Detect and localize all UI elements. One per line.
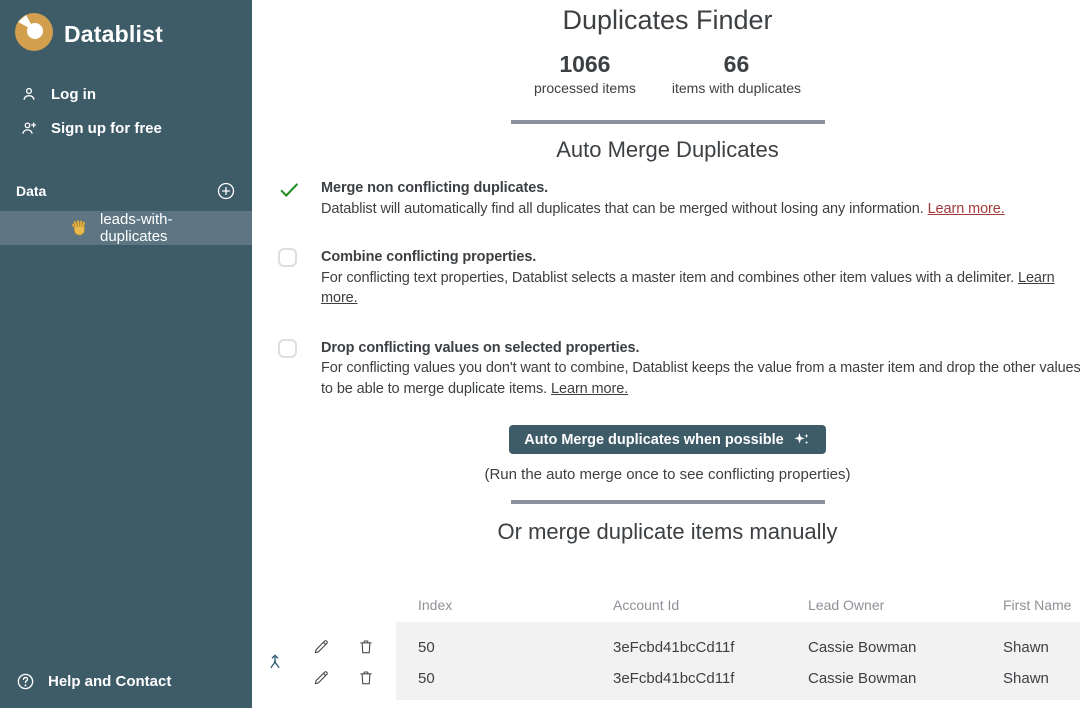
- sidebar-item-help[interactable]: Help and Contact: [0, 662, 252, 708]
- section-divider: [511, 120, 825, 124]
- option-description: Datablist will automatically find all du…: [321, 199, 1080, 220]
- sidebar-item-label: Log in: [51, 86, 96, 103]
- delete-row-button[interactable]: [357, 669, 375, 687]
- table-cell-index: 50: [418, 639, 435, 656]
- stat-processed-items: 1066 processed items: [534, 51, 636, 96]
- app-window: Datablist Log in: [0, 0, 1080, 708]
- sidebar-item-label: Sign up for free: [51, 120, 162, 137]
- manual-merge-heading: Or merge duplicate items manually: [252, 519, 1080, 545]
- page-title: Duplicates Finder: [252, 5, 1080, 36]
- collection-label: leads-with-duplicates: [100, 211, 236, 245]
- column-header-account-id: Account Id: [613, 597, 679, 613]
- auto-merge-options: Merge non conflicting duplicates. Databl…: [278, 178, 1080, 399]
- help-label: Help and Contact: [48, 673, 171, 690]
- person-add-icon: [20, 119, 38, 137]
- auto-merge-note: (Run the auto merge once to see conflict…: [252, 466, 1080, 483]
- data-section-header: Data: [0, 171, 252, 211]
- option-description: For conflicting text properties, Databli…: [321, 268, 1080, 309]
- table-cell-first-name: Shawn: [1003, 639, 1049, 656]
- stat-value: 1066: [534, 51, 636, 78]
- option-text: Drop conflicting values on selected prop…: [321, 338, 1080, 400]
- help-icon: [16, 672, 35, 691]
- option-text: Combine conflicting properties. For conf…: [321, 247, 1080, 309]
- column-header-lead-owner: Lead Owner: [808, 597, 884, 613]
- column-header-first-name: First Name: [1003, 597, 1071, 613]
- merge-icon[interactable]: [265, 652, 285, 672]
- table-cell-lead-owner: Cassie Bowman: [808, 670, 916, 687]
- option-description-text: For conflicting text properties, Databli…: [321, 270, 1018, 286]
- auto-merge-button[interactable]: Auto Merge duplicates when possible: [509, 425, 825, 454]
- option-combine-conflicting: Combine conflicting properties. For conf…: [278, 247, 1080, 309]
- checkbox-unchecked[interactable]: [278, 248, 297, 267]
- checkbox-combine: [278, 247, 298, 309]
- stat-label: processed items: [534, 80, 636, 96]
- datablist-logo-icon: [14, 12, 54, 57]
- add-collection-button[interactable]: [216, 181, 236, 201]
- stat-value: 66: [672, 51, 801, 78]
- stat-label: items with duplicates: [672, 80, 801, 96]
- option-text: Merge non conflicting duplicates. Databl…: [321, 178, 1080, 219]
- sidebar-item-collection-leads-with-duplicates[interactable]: leads-with-duplicates: [0, 211, 252, 245]
- section-divider: [511, 500, 825, 504]
- waving-hand-icon: [70, 219, 88, 237]
- option-drop-conflicting: Drop conflicting values on selected prop…: [278, 338, 1080, 400]
- sparkles-icon: [792, 430, 811, 449]
- column-header-index: Index: [418, 597, 452, 613]
- sidebar-item-signup[interactable]: Sign up for free: [0, 111, 252, 145]
- sidebar-item-login[interactable]: Log in: [0, 77, 252, 111]
- brand[interactable]: Datablist: [0, 0, 252, 65]
- person-icon: [20, 85, 38, 103]
- option-description-text: Datablist will automatically find all du…: [321, 201, 928, 217]
- table-cell-lead-owner: Cassie Bowman: [808, 639, 916, 656]
- auto-merge-button-label: Auto Merge duplicates when possible: [524, 432, 783, 448]
- table-cell-account-id: 3eFcbd41bcCd11f: [613, 639, 734, 656]
- option-merge-non-conflicting: Merge non conflicting duplicates. Databl…: [278, 178, 1080, 219]
- check-icon: [278, 178, 298, 219]
- table-cell-account-id: 3eFcbd41bcCd11f: [613, 670, 734, 687]
- sidebar: Datablist Log in: [0, 0, 252, 708]
- learn-more-link[interactable]: Learn more.: [551, 381, 628, 397]
- edit-row-button[interactable]: [312, 638, 330, 656]
- stat-items-with-duplicates: 66 items with duplicates: [672, 51, 801, 96]
- auto-merge-heading: Auto Merge Duplicates: [252, 137, 1080, 163]
- stats-row: 1066 processed items 66 items with dupli…: [252, 51, 1080, 96]
- brand-name: Datablist: [64, 21, 163, 48]
- option-title: Merge non conflicting duplicates.: [321, 178, 1080, 199]
- table-cell-first-name: Shawn: [1003, 670, 1049, 687]
- edit-row-button[interactable]: [312, 669, 330, 687]
- sidebar-nav: Log in Sign up for free: [0, 77, 252, 145]
- learn-more-link[interactable]: Learn more.: [928, 201, 1005, 217]
- data-section-label: Data: [16, 183, 46, 199]
- sidebar-spacer: [0, 245, 252, 662]
- table-cell-index: 50: [418, 670, 435, 687]
- checkbox-unchecked[interactable]: [278, 339, 297, 358]
- option-description: For conflicting values you don't want to…: [321, 358, 1080, 399]
- option-description-text: For conflicting values you don't want to…: [321, 360, 1080, 397]
- main-content: Duplicates Finder 1066 processed items 6…: [252, 0, 1080, 708]
- option-title: Combine conflicting properties.: [321, 247, 1080, 268]
- duplicate-group-rows: [396, 622, 1080, 700]
- checkbox-drop: [278, 338, 298, 400]
- option-title: Drop conflicting values on selected prop…: [321, 338, 1080, 359]
- delete-row-button[interactable]: [357, 638, 375, 656]
